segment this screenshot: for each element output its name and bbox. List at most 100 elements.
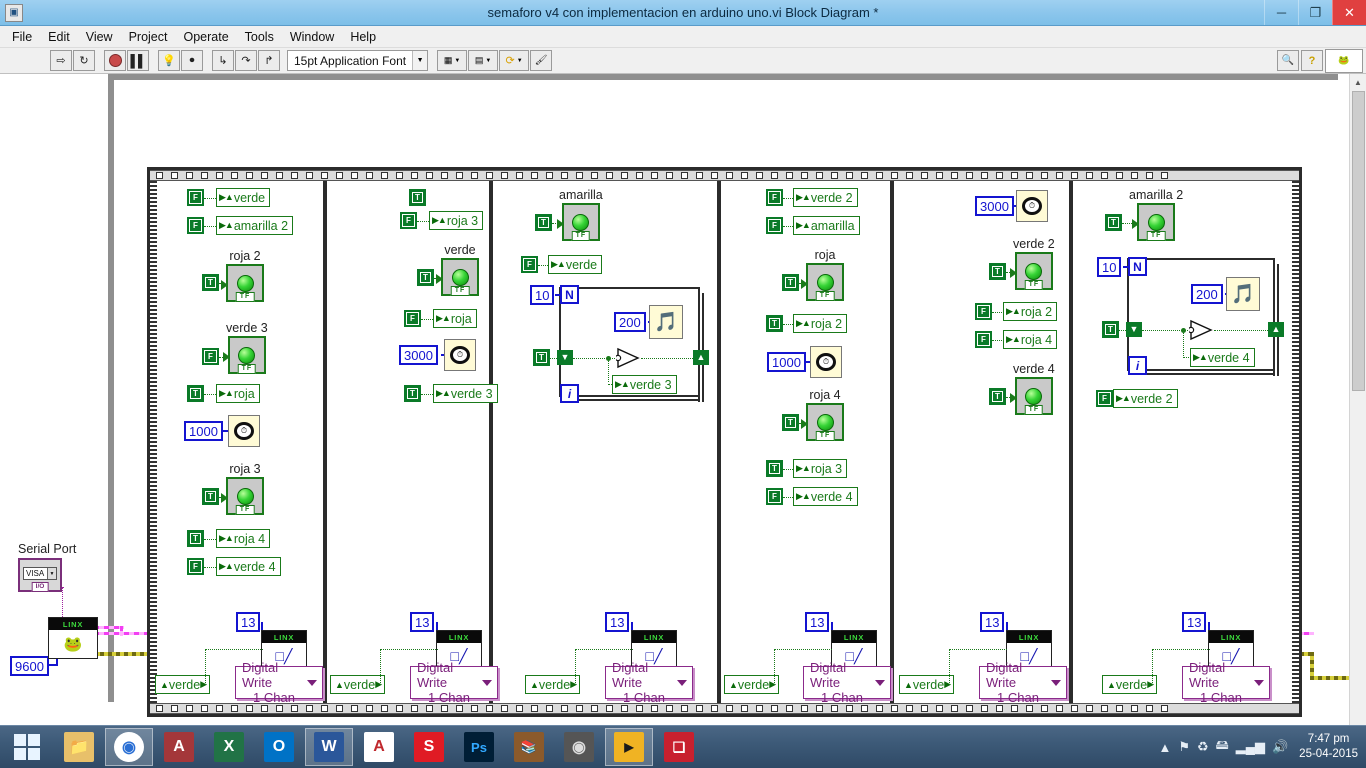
run-button[interactable]: ⇨ — [50, 50, 72, 71]
pin-constant-13[interactable]: 13 — [236, 612, 261, 632]
retain-wire-values-button[interactable]: ⏺ — [181, 50, 203, 71]
bool-constant-t[interactable]: T — [782, 274, 799, 291]
taskbar-item-google-chrome[interactable]: ◉ — [105, 728, 153, 766]
font-selector[interactable]: 15pt Application Font ▼ — [287, 50, 429, 71]
led-boolean[interactable]: TF — [801, 263, 844, 301]
bool-constant-f[interactable]: F — [187, 558, 204, 575]
pin-constant-13[interactable]: 13 — [410, 612, 435, 632]
digital-write-label-4[interactable]: Digital Write 1 Chan — [803, 660, 891, 705]
taskbar-item-microsoft-word[interactable]: W — [305, 728, 353, 766]
bool-constant-t[interactable]: T — [989, 388, 1006, 405]
chevron-down-icon[interactable] — [1254, 679, 1264, 686]
battery-icon[interactable]: 🖴 — [1216, 736, 1229, 758]
local-var-roja-4[interactable]: ▶▲ roja 4 — [1003, 330, 1058, 349]
led-boolean[interactable]: TF — [221, 477, 264, 515]
bool-constant-t[interactable]: T — [766, 460, 783, 477]
bool-constant-t[interactable]: T — [202, 274, 219, 291]
led-boolean[interactable]: TF — [436, 258, 479, 296]
wait-ms-function[interactable]: ⏱ — [228, 415, 260, 447]
indicator-roja-3[interactable]: roja 3 TF — [221, 462, 264, 515]
numeric-constant-1000[interactable]: 1000 — [767, 352, 806, 372]
wait-until-next-ms-multiple[interactable]: 🎵 — [1226, 277, 1260, 311]
bool-constant-t[interactable]: T — [535, 214, 552, 231]
numeric-constant-200[interactable]: 200 — [614, 312, 646, 332]
start-button[interactable] — [0, 726, 54, 768]
bool-constant-t[interactable]: T — [417, 269, 434, 286]
wait-ms-function[interactable]: ⏱ — [1016, 190, 1048, 222]
digital-write-label-1[interactable]: Digital Write 1 Chan — [235, 660, 323, 705]
indicator-roja[interactable]: roja TF — [801, 248, 844, 301]
local-var-verde-source-6[interactable]: ▲ verde ▶ — [1102, 675, 1158, 694]
wait-until-next-ms-multiple[interactable]: 🎵 — [649, 305, 683, 339]
scroll-up-button[interactable]: ▲ — [1349, 74, 1366, 91]
loop-count-terminal[interactable]: N — [1128, 257, 1147, 276]
bool-constant-f[interactable]: F — [766, 488, 783, 505]
bool-constant-f[interactable]: F — [975, 331, 992, 348]
align-objects-button[interactable]: ▦ ▼ — [437, 50, 468, 71]
loop-iteration-terminal[interactable]: i — [560, 384, 579, 403]
close-button[interactable]: ✕ — [1332, 0, 1366, 25]
led-boolean[interactable]: TF — [1009, 377, 1053, 415]
indicator-verde-3[interactable]: verde 3 TF — [222, 321, 268, 374]
bool-constant-f[interactable]: F — [187, 217, 204, 234]
taskbar-item-autocad-mep[interactable]: A — [355, 728, 403, 766]
led-boolean[interactable]: TF — [801, 403, 844, 441]
visa-combo[interactable]: VISA ▼ — [23, 567, 57, 580]
indicator-verde[interactable]: verde TF — [436, 243, 479, 296]
bool-constant-f[interactable]: F — [521, 256, 538, 273]
bool-constant-t[interactable]: T — [1102, 321, 1119, 338]
maximize-button[interactable]: ❐ — [1298, 0, 1332, 25]
cleanup-diagram-button[interactable]: 🖌 — [530, 50, 553, 71]
pause-button[interactable]: ▌▌ — [127, 50, 149, 71]
local-var-verde-2[interactable]: ▶▲ verde 2 — [1113, 389, 1178, 408]
linx-toolkit-badge[interactable]: 🐸 — [1325, 48, 1363, 73]
bool-constant-t[interactable]: T — [766, 315, 783, 332]
taskbar-item-adobe-reader[interactable]: ❏ — [655, 728, 703, 766]
bool-constant-t[interactable]: T — [187, 530, 204, 547]
wait-ms-function[interactable]: ⏱ — [444, 339, 476, 371]
local-var-verde-source-2[interactable]: ▲ verde ▶ — [330, 675, 386, 694]
step-into-button[interactable]: ↳ — [212, 50, 234, 71]
bool-constant-t[interactable]: T — [533, 349, 550, 366]
menu-file[interactable]: File — [4, 28, 40, 46]
local-var-roja-2[interactable]: ▶▲ roja 2 — [1003, 302, 1058, 321]
chevron-down-icon[interactable] — [482, 679, 492, 686]
bool-constant-t[interactable]: T — [202, 488, 219, 505]
chevron-down-icon[interactable] — [307, 679, 317, 686]
local-var-verde-3-inner[interactable]: ▶▲ verde 3 — [612, 375, 677, 394]
bool-constant-t[interactable]: T — [187, 385, 204, 402]
local-var-verde[interactable]: ▶▲ verde — [216, 188, 271, 207]
local-var-roja-3[interactable]: ▶▲ roja 3 — [429, 211, 484, 230]
step-out-button[interactable]: ↱ — [258, 50, 280, 71]
menu-tools[interactable]: Tools — [237, 28, 282, 46]
digital-write-label-6[interactable]: Digital Write 1 Chan — [1182, 660, 1270, 705]
bool-constant-t[interactable]: T — [989, 263, 1006, 280]
bool-constant-f[interactable]: F — [400, 212, 417, 229]
action-center-icon[interactable]: ⚑ — [1178, 739, 1190, 755]
loop-iteration-terminal[interactable]: i — [1128, 356, 1147, 375]
pin-constant-13[interactable]: 13 — [605, 612, 630, 632]
indicator-verde-4[interactable]: verde 4 TF — [1009, 362, 1055, 415]
local-var-verde-3[interactable]: ▶▲ verde 3 — [433, 384, 498, 403]
pin-constant-13[interactable]: 13 — [805, 612, 830, 632]
digital-write-label-5[interactable]: Digital Write 1 Chan — [979, 660, 1067, 705]
indicator-roja-4[interactable]: roja 4 TF — [801, 388, 844, 441]
local-var-roja-4[interactable]: ▶▲ roja 4 — [216, 529, 271, 548]
bool-constant-t[interactable]: T — [404, 385, 421, 402]
bool-constant-f[interactable]: F — [975, 303, 992, 320]
led-boolean[interactable]: TF — [556, 203, 600, 241]
taskbar-item-microsoft-excel[interactable]: X — [205, 728, 253, 766]
chevron-down-icon[interactable]: ▼ — [412, 51, 428, 70]
clock[interactable]: 7:47 pm 25-04-2015 — [1295, 732, 1358, 762]
menu-project[interactable]: Project — [121, 28, 176, 46]
loop-count-terminal[interactable]: N — [560, 285, 579, 304]
visa-resource-control[interactable]: VISA ▼ I/O — [18, 558, 62, 592]
shift-register-right[interactable]: ▲ — [1268, 322, 1284, 337]
reorder-objects-button[interactable]: ⟳ ▼ — [499, 50, 530, 71]
taskbar-item-camera-app[interactable]: ◉ — [555, 728, 603, 766]
numeric-constant-10[interactable]: 10 — [1097, 257, 1122, 277]
flat-sequence-structure[interactable] — [147, 167, 1302, 717]
numeric-constant-3000[interactable]: 3000 — [975, 196, 1014, 216]
menu-window[interactable]: Window — [282, 28, 342, 46]
bool-constant-f[interactable]: F — [766, 189, 783, 206]
